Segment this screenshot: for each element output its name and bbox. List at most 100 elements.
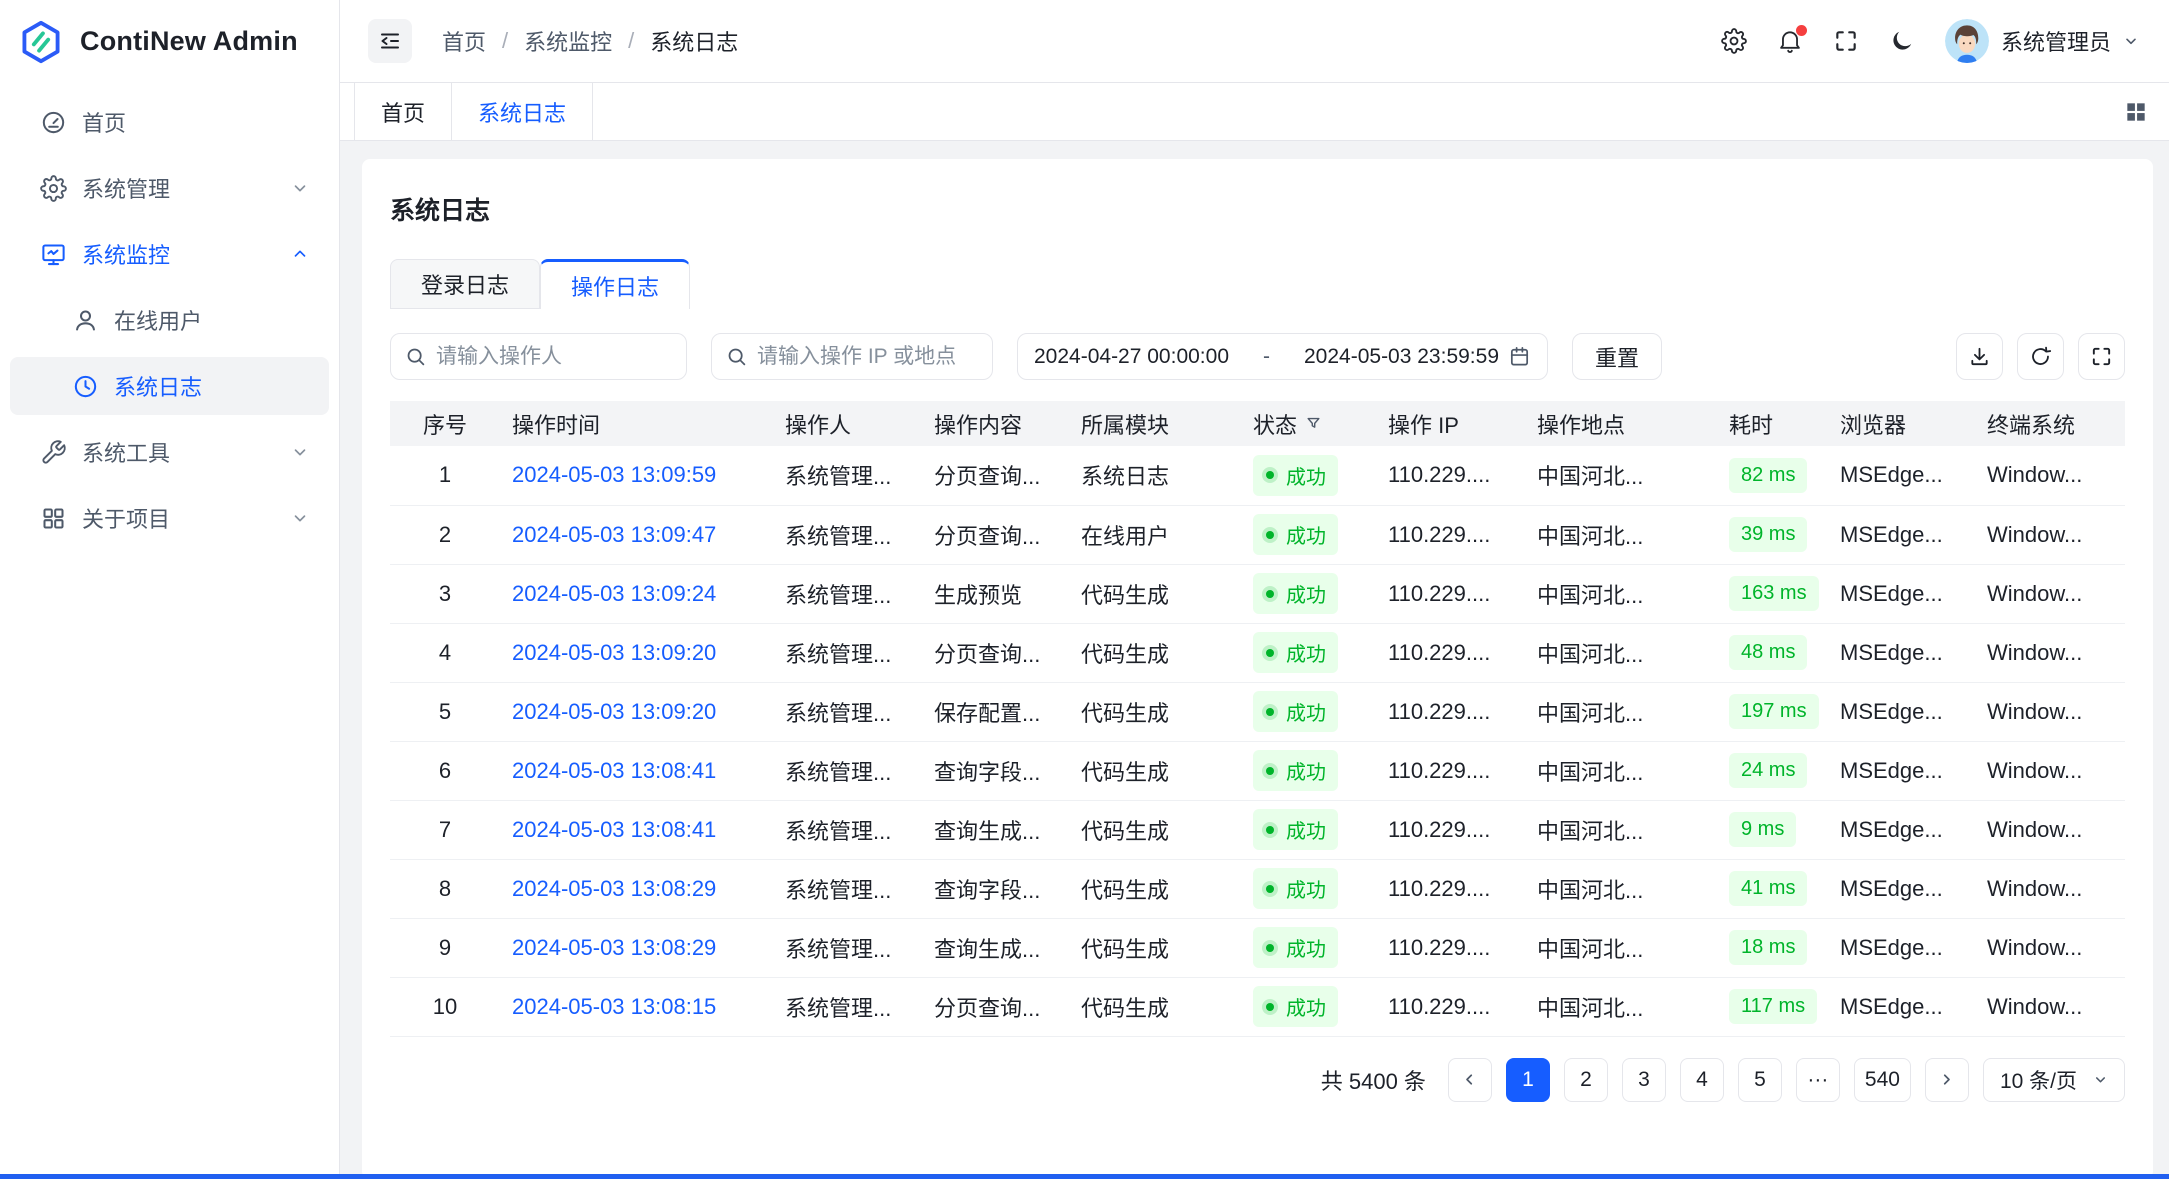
table-row: 2 2024-05-03 13:09:47 系统管理... 分页查询... 在线… — [390, 505, 2125, 564]
status-dot-icon — [1262, 704, 1278, 720]
log-type-tabs: 登录日志 操作日志 — [390, 259, 2125, 309]
table-row: 4 2024-05-03 13:09:20 系统管理... 分页查询... 代码… — [390, 623, 2125, 682]
workspace-tab-home[interactable]: 首页 — [354, 83, 452, 140]
cell-location: 中国河北... — [1525, 977, 1717, 1036]
time-link[interactable]: 2024-05-03 13:09:20 — [512, 640, 716, 665]
cell-status: 成功 — [1241, 446, 1376, 505]
cell-duration: 117 ms — [1717, 977, 1828, 1036]
tabbar-actions — [2123, 83, 2169, 140]
time-link[interactable]: 2024-05-03 13:08:29 — [512, 876, 716, 901]
page-button-3[interactable]: 3 — [1622, 1058, 1666, 1102]
dark-mode-button[interactable] — [1889, 28, 1915, 54]
sidebar-item-about[interactable]: 关于项目 — [10, 489, 329, 547]
cell-duration: 9 ms — [1717, 800, 1828, 859]
workspace-tabbar: 首页 系统日志 — [340, 83, 2169, 141]
reset-button[interactable]: 重置 — [1572, 333, 1662, 380]
operator-search-field[interactable] — [390, 333, 687, 380]
sidebar-item-system-logs[interactable]: 系统日志 — [10, 357, 329, 415]
cell-os: Window... — [1975, 918, 2125, 977]
time-link[interactable]: 2024-05-03 13:09:59 — [512, 462, 716, 487]
tab-list-icon[interactable] — [2123, 99, 2149, 125]
table-row: 7 2024-05-03 13:08:41 系统管理... 查询生成... 代码… — [390, 800, 2125, 859]
fullscreen-button[interactable] — [1833, 28, 1859, 54]
breadcrumb-item[interactable]: 系统监控 — [524, 25, 612, 57]
status-badge: 成功 — [1253, 632, 1338, 673]
cell-status: 成功 — [1241, 741, 1376, 800]
page-size-select[interactable]: 10 条/页 — [1983, 1058, 2125, 1102]
moon-icon — [1889, 28, 1915, 54]
wrench-icon — [40, 439, 67, 466]
cell-location: 中国河北... — [1525, 505, 1717, 564]
ip-search-input[interactable] — [757, 345, 978, 369]
time-link[interactable]: 2024-05-03 13:09:24 — [512, 581, 716, 606]
col-header-label: 状态 — [1253, 408, 1297, 440]
sidebar-item-label: 首页 — [82, 106, 126, 138]
filter-icon[interactable] — [1305, 415, 1322, 432]
apps-icon — [40, 505, 67, 532]
time-link[interactable]: 2024-05-03 13:09:47 — [512, 522, 716, 547]
col-header-status: 状态 — [1241, 401, 1376, 446]
next-page-button[interactable] — [1925, 1058, 1969, 1102]
status-label: 成功 — [1286, 756, 1326, 785]
page-card: 系统日志 登录日志 操作日志 2024-04-27 00:00: — [362, 159, 2153, 1179]
export-button[interactable] — [1956, 333, 2003, 380]
sidebar-item-system-management[interactable]: 系统管理 — [10, 159, 329, 217]
page-ellipsis-button[interactable]: ··· — [1796, 1058, 1840, 1102]
clock-icon — [72, 373, 99, 400]
prev-page-button[interactable] — [1448, 1058, 1492, 1102]
page-button-1[interactable]: 1 — [1506, 1058, 1550, 1102]
sidebar-item-online-users[interactable]: 在线用户 — [10, 291, 329, 349]
settings-button[interactable] — [1721, 28, 1747, 54]
bottom-accent-strip — [0, 1174, 2169, 1179]
cell-index: 7 — [390, 800, 500, 859]
time-link[interactable]: 2024-05-03 13:08:29 — [512, 935, 716, 960]
operator-search-input[interactable] — [436, 345, 672, 369]
sidebar-item-system-tools[interactable]: 系统工具 — [10, 423, 329, 481]
collapse-sidebar-button[interactable] — [368, 19, 412, 63]
cell-os: Window... — [1975, 682, 2125, 741]
cell-location: 中国河北... — [1525, 859, 1717, 918]
sidebar-item-label: 关于项目 — [82, 502, 170, 534]
fullscreen-table-button[interactable] — [2078, 333, 2125, 380]
status-label: 成功 — [1286, 815, 1326, 844]
status-badge: 成功 — [1253, 514, 1338, 555]
breadcrumb-item-current: 系统日志 — [650, 25, 738, 57]
status-label: 成功 — [1286, 933, 1326, 962]
time-link[interactable]: 2024-05-03 13:08:41 — [512, 758, 716, 783]
top-header: 首页 / 系统监控 / 系统日志 — [340, 0, 2169, 83]
tab-login-logs[interactable]: 登录日志 — [390, 259, 540, 309]
menu-fold-icon — [378, 29, 402, 53]
col-header-content: 操作内容 — [922, 401, 1069, 446]
tab-operation-logs[interactable]: 操作日志 — [540, 259, 690, 309]
cell-content: 保存配置... — [922, 682, 1069, 741]
date-range-picker[interactable]: 2024-04-27 00:00:00 - 2024-05-03 23:59:5… — [1017, 333, 1548, 380]
ip-search-field[interactable] — [711, 333, 993, 380]
cell-browser: MSEdge... — [1828, 741, 1975, 800]
cell-duration: 48 ms — [1717, 623, 1828, 682]
status-dot-icon — [1262, 586, 1278, 602]
sidebar-item-home[interactable]: 首页 — [10, 93, 329, 151]
table-row: 6 2024-05-03 13:08:41 系统管理... 查询字段... 代码… — [390, 741, 2125, 800]
user-menu[interactable]: 系统管理员 — [1945, 19, 2139, 63]
notifications-button[interactable] — [1777, 28, 1803, 54]
time-link[interactable]: 2024-05-03 13:08:15 — [512, 994, 716, 1019]
page-button-2[interactable]: 2 — [1564, 1058, 1608, 1102]
page-button-4[interactable]: 4 — [1680, 1058, 1724, 1102]
sidebar-item-system-monitor[interactable]: 系统监控 — [10, 225, 329, 283]
cell-location: 中国河北... — [1525, 564, 1717, 623]
refresh-button[interactable] — [2017, 333, 2064, 380]
time-link[interactable]: 2024-05-03 13:08:41 — [512, 817, 716, 842]
page-button-540[interactable]: 540 — [1854, 1058, 1911, 1102]
cell-index: 6 — [390, 741, 500, 800]
breadcrumb-item[interactable]: 首页 — [442, 25, 486, 57]
time-link[interactable]: 2024-05-03 13:09:20 — [512, 699, 716, 724]
workspace-tab-system-logs[interactable]: 系统日志 — [452, 83, 593, 140]
cell-duration: 24 ms — [1717, 741, 1828, 800]
cell-browser: MSEdge... — [1828, 682, 1975, 741]
content-area: 系统日志 登录日志 操作日志 2024-04-27 00:00: — [340, 141, 2169, 1179]
download-icon — [1968, 345, 1991, 368]
cell-ip: 110.229.... — [1376, 918, 1525, 977]
page-button-5[interactable]: 5 — [1738, 1058, 1782, 1102]
cell-ip: 110.229.... — [1376, 977, 1525, 1036]
status-dot-icon — [1262, 645, 1278, 661]
